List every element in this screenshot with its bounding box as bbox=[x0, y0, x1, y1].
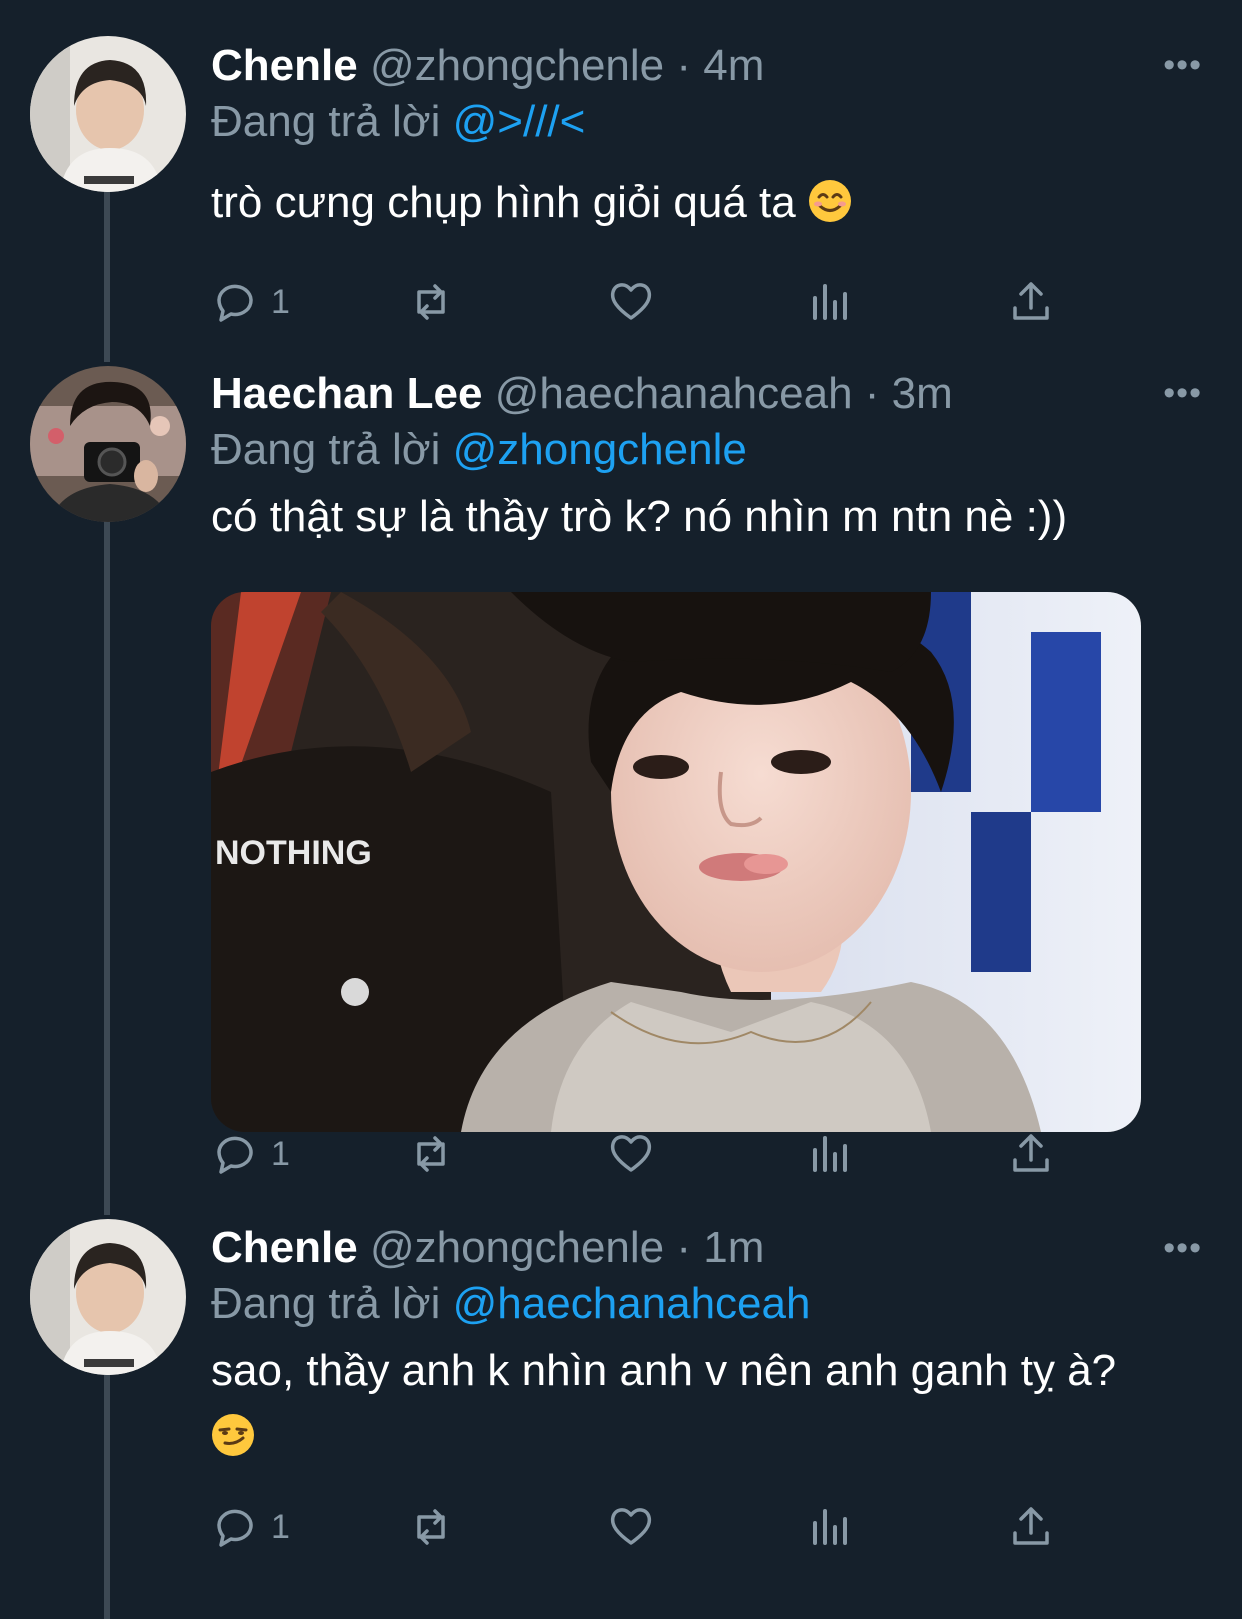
share-icon bbox=[1013, 1134, 1049, 1172]
reply-icon bbox=[217, 284, 253, 322]
retweet-button[interactable] bbox=[407, 1499, 455, 1555]
tweet-header: Haechan Lee @haechanahceah · 3m bbox=[211, 366, 1202, 422]
avatar[interactable] bbox=[30, 1219, 186, 1375]
heart-icon bbox=[610, 1508, 652, 1545]
retweet-icon bbox=[417, 1509, 445, 1545]
handle[interactable]: @zhongchenle bbox=[370, 41, 664, 90]
like-button[interactable] bbox=[607, 274, 655, 330]
reply-context: Đang trả lời @haechanahceah bbox=[211, 1276, 1202, 1332]
share-button[interactable] bbox=[1007, 274, 1055, 330]
smirking-face-icon bbox=[212, 1414, 254, 1456]
tweet-text: sao, thầy anh k nhìn anh v nên anh ganh … bbox=[211, 1338, 1202, 1470]
retweet-button[interactable] bbox=[407, 274, 455, 330]
reply-prefix: Đang trả lời bbox=[211, 97, 441, 146]
reply-count: 1 bbox=[271, 1134, 290, 1173]
reply-count: 1 bbox=[271, 1507, 290, 1546]
retweet-icon bbox=[417, 284, 445, 320]
reply-icon bbox=[217, 1136, 253, 1174]
avatar[interactable] bbox=[30, 36, 186, 192]
share-icon bbox=[1013, 282, 1049, 320]
display-name[interactable]: Haechan Lee bbox=[211, 369, 482, 418]
smiling-face-icon bbox=[808, 180, 851, 222]
like-button[interactable] bbox=[607, 1499, 655, 1555]
reply-mention[interactable]: @>///< bbox=[453, 97, 586, 146]
reply-prefix: Đang trả lời bbox=[211, 425, 441, 474]
analytics-button[interactable] bbox=[807, 1126, 855, 1182]
reply-context: Đang trả lời @zhongchenle bbox=[211, 422, 1202, 478]
retweet-button[interactable] bbox=[407, 1126, 455, 1182]
handle[interactable]: @haechanahceah bbox=[495, 369, 853, 418]
reply-button[interactable]: 1 bbox=[211, 1499, 290, 1555]
reply-prefix: Đang trả lời bbox=[211, 1279, 441, 1328]
reply-icon bbox=[217, 1509, 253, 1547]
more-options-icon[interactable]: ••• bbox=[1163, 376, 1202, 410]
reply-mention[interactable]: @zhongchenle bbox=[453, 425, 747, 474]
tweet[interactable]: Chenle @zhongchenle · 4m Đang trả lời @>… bbox=[0, 0, 1242, 362]
timestamp[interactable]: · 1m bbox=[676, 1223, 764, 1272]
media-shirt-text: NOTHING bbox=[215, 834, 372, 872]
heart-icon bbox=[610, 283, 652, 320]
tweet-text: trò cưng chụp hình giỏi quá ta bbox=[211, 170, 1202, 236]
tweet[interactable]: Haechan Lee @haechanahceah · 3m Đang trả… bbox=[0, 362, 1242, 1217]
reply-context: Đang trả lời @>///< bbox=[211, 94, 1202, 150]
analytics-icon bbox=[813, 1509, 847, 1545]
display-name[interactable]: Chenle bbox=[211, 1223, 358, 1272]
analytics-button[interactable] bbox=[807, 1499, 855, 1555]
timestamp[interactable]: · 4m bbox=[676, 41, 764, 90]
more-options-icon[interactable]: ••• bbox=[1163, 1231, 1202, 1265]
reply-button[interactable]: 1 bbox=[211, 1126, 290, 1182]
display-name[interactable]: Chenle bbox=[211, 41, 358, 90]
tweet-text: có thật sự là thầy trò k? nó nhìn m ntn … bbox=[211, 484, 1202, 550]
tweet-header: Chenle @zhongchenle · 1m bbox=[211, 1220, 1202, 1276]
timestamp[interactable]: · 3m bbox=[865, 369, 953, 418]
tweet-header: Chenle @zhongchenle · 4m bbox=[211, 38, 1202, 94]
tweet-actions: 1 bbox=[211, 274, 1081, 330]
handle[interactable]: @zhongchenle bbox=[370, 1223, 664, 1272]
analytics-button[interactable] bbox=[807, 274, 855, 330]
tweet-text-content: sao, thầy anh k nhìn anh v nên anh ganh … bbox=[211, 1346, 1117, 1395]
reply-mention[interactable]: @haechanahceah bbox=[453, 1279, 811, 1328]
reply-count: 1 bbox=[271, 282, 290, 321]
analytics-icon bbox=[813, 1136, 847, 1172]
avatar[interactable] bbox=[30, 366, 186, 522]
tweet-text-content: trò cưng chụp hình giỏi quá ta bbox=[211, 178, 796, 227]
tweet-text-content: có thật sự là thầy trò k? nó nhìn m ntn … bbox=[211, 492, 1068, 541]
tweet-photo[interactable]: NOTHING bbox=[211, 592, 1141, 1132]
share-icon bbox=[1013, 1507, 1049, 1545]
reply-button[interactable]: 1 bbox=[211, 274, 290, 330]
tweet-actions: 1 bbox=[211, 1126, 1081, 1182]
heart-icon bbox=[610, 1135, 652, 1172]
like-button[interactable] bbox=[607, 1126, 655, 1182]
analytics-icon bbox=[813, 284, 847, 320]
retweet-icon bbox=[417, 1136, 445, 1172]
more-options-icon[interactable]: ••• bbox=[1163, 48, 1202, 82]
share-button[interactable] bbox=[1007, 1499, 1055, 1555]
tweet-actions: 1 bbox=[211, 1499, 1081, 1555]
share-button[interactable] bbox=[1007, 1126, 1055, 1182]
tweet[interactable]: Chenle @zhongchenle · 1m Đang trả lời @h… bbox=[0, 1217, 1242, 1619]
